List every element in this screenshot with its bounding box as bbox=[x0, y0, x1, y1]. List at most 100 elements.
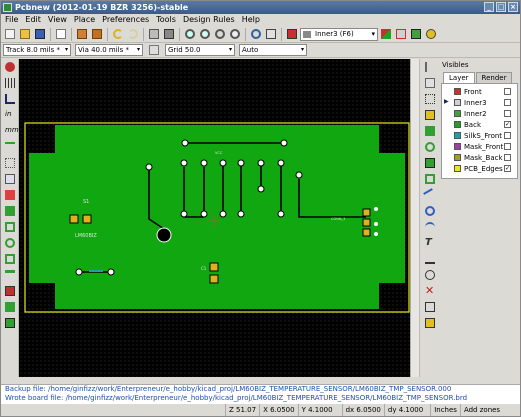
layer-row[interactable]: Mask_Front bbox=[442, 141, 517, 152]
active-layer-select[interactable]: Inner3 (F6) ▾ bbox=[300, 27, 378, 41]
layer-color-swatch[interactable] bbox=[454, 165, 461, 172]
layer-row[interactable]: Mask_Back bbox=[442, 152, 517, 163]
add-text-icon[interactable]: T bbox=[423, 236, 437, 250]
layer-color-swatch[interactable] bbox=[454, 88, 461, 95]
high-contrast-icon[interactable] bbox=[3, 284, 17, 298]
maximize-icon[interactable]: □ bbox=[496, 2, 506, 12]
zoom-fit-icon[interactable] bbox=[228, 27, 242, 41]
layer-color-swatch[interactable] bbox=[454, 143, 461, 150]
layers-manager-icon[interactable] bbox=[3, 300, 17, 314]
pcb-canvas[interactable]: S1 LM60BIZ C1 VCC CONN_3 bbox=[19, 59, 419, 377]
tracks-sketch-icon[interactable] bbox=[3, 268, 17, 282]
add-tracks-icon[interactable] bbox=[423, 124, 437, 138]
polar-coords-icon[interactable] bbox=[3, 92, 17, 106]
local-ratsnest-icon[interactable] bbox=[423, 92, 437, 106]
track-width-select[interactable]: Track 8.0 mils * ▾ bbox=[3, 44, 71, 56]
vias-sketch-icon[interactable] bbox=[3, 252, 17, 266]
menu-design-rules[interactable]: Design Rules bbox=[183, 14, 235, 26]
add-module-icon[interactable] bbox=[423, 108, 437, 122]
save-icon[interactable] bbox=[33, 27, 47, 41]
layer-pair-icon[interactable] bbox=[379, 27, 393, 41]
module-editor-icon[interactable] bbox=[75, 27, 89, 41]
layer-visibility-checkbox[interactable] bbox=[504, 154, 511, 161]
canvas-vertical-scrollbar[interactable] bbox=[410, 59, 419, 377]
add-dimension-icon[interactable] bbox=[423, 252, 437, 266]
add-circle-icon[interactable] bbox=[423, 204, 437, 218]
add-arc-icon[interactable] bbox=[423, 220, 437, 234]
tab-render[interactable]: Render bbox=[475, 72, 513, 83]
menu-file[interactable]: File bbox=[5, 14, 18, 26]
add-zone-icon[interactable] bbox=[423, 156, 437, 170]
units-inch-icon[interactable]: in bbox=[3, 108, 17, 122]
layer-row[interactable]: PCB_Edges ✓ bbox=[442, 163, 517, 174]
drc-marker-icon[interactable] bbox=[3, 60, 17, 74]
delete-icon[interactable]: ✕ bbox=[423, 284, 437, 298]
zoom-select[interactable]: Auto ▾ bbox=[239, 44, 307, 56]
new-board-icon[interactable] bbox=[3, 27, 17, 41]
layer-row[interactable]: ▶ Inner3 bbox=[442, 97, 517, 108]
zone-fill-icon[interactable] bbox=[3, 204, 17, 218]
print-icon[interactable] bbox=[147, 27, 161, 41]
menu-help[interactable]: Help bbox=[242, 14, 260, 26]
select-arrow-icon[interactable] bbox=[423, 60, 437, 74]
cursor-shape-icon[interactable] bbox=[3, 140, 17, 154]
minimize-icon[interactable]: _ bbox=[484, 2, 494, 12]
menu-view[interactable]: View bbox=[48, 14, 67, 26]
ratsnest-icon[interactable] bbox=[3, 156, 17, 170]
menu-place[interactable]: Place bbox=[74, 14, 95, 26]
grid-toggle-icon[interactable] bbox=[3, 76, 17, 90]
layer-visibility-checkbox[interactable] bbox=[504, 143, 511, 150]
netlist-icon[interactable] bbox=[264, 27, 278, 41]
units-mm-icon[interactable]: mm bbox=[3, 124, 19, 138]
highlight-net-icon[interactable] bbox=[423, 76, 437, 90]
delete-tracks-icon[interactable] bbox=[3, 188, 17, 202]
add-target-icon[interactable] bbox=[423, 268, 437, 282]
close-icon[interactable]: × bbox=[508, 2, 518, 12]
grid-origin-icon[interactable] bbox=[423, 316, 437, 330]
zoom-redraw-icon[interactable] bbox=[213, 27, 227, 41]
menu-preferences[interactable]: Preferences bbox=[102, 14, 149, 26]
add-keepout-icon[interactable] bbox=[423, 172, 437, 186]
via-size-select[interactable]: Via 40.0 mils * ▾ bbox=[75, 44, 143, 56]
layer-color-swatch[interactable] bbox=[454, 121, 461, 128]
add-line-icon[interactable] bbox=[423, 188, 437, 202]
layer-visibility-checkbox[interactable]: ✓ bbox=[504, 165, 511, 172]
auto-track-width-icon[interactable] bbox=[147, 43, 161, 57]
layer-row[interactable]: Front bbox=[442, 86, 517, 97]
undo-icon[interactable] bbox=[111, 27, 125, 41]
layer-visibility-checkbox[interactable] bbox=[504, 88, 511, 95]
page-settings-icon[interactable] bbox=[54, 27, 68, 41]
layer-row[interactable]: Back ✓ bbox=[442, 119, 517, 130]
plot-icon[interactable] bbox=[162, 27, 176, 41]
set-offset-icon[interactable] bbox=[423, 300, 437, 314]
autoroute-icon[interactable] bbox=[409, 27, 423, 41]
layer-color-swatch[interactable] bbox=[454, 154, 461, 161]
redo-icon[interactable] bbox=[126, 27, 140, 41]
layer-visibility-checkbox[interactable] bbox=[504, 110, 511, 117]
grid-select[interactable]: Grid 50.0 ▾ bbox=[165, 44, 235, 56]
layer-color-swatch[interactable] bbox=[454, 99, 461, 106]
microwave-toolbar-icon[interactable] bbox=[3, 316, 17, 330]
title-bar[interactable]: Pcbnew (2012-01-19 BZR 3256)-stable _ □ … bbox=[1, 1, 520, 14]
zoom-in-icon[interactable] bbox=[183, 27, 197, 41]
layer-visibility-checkbox[interactable]: ✓ bbox=[504, 121, 511, 128]
module-editor-open-icon[interactable] bbox=[90, 27, 104, 41]
menu-edit[interactable]: Edit bbox=[25, 14, 41, 26]
layer-visibility-checkbox[interactable] bbox=[504, 132, 511, 139]
python-icon[interactable] bbox=[424, 27, 438, 41]
zone-outline-icon[interactable] bbox=[3, 220, 17, 234]
open-icon[interactable] bbox=[18, 27, 32, 41]
drc-icon[interactable] bbox=[394, 27, 408, 41]
layer-visibility-checkbox[interactable] bbox=[504, 99, 511, 106]
menu-tools[interactable]: Tools bbox=[156, 14, 176, 26]
layer-row[interactable]: SilkS_Front bbox=[442, 130, 517, 141]
zoom-out-icon[interactable] bbox=[198, 27, 212, 41]
module-ratsnest-icon[interactable] bbox=[3, 172, 17, 186]
layer-color-swatch[interactable] bbox=[454, 132, 461, 139]
tab-layer[interactable]: Layer bbox=[443, 72, 475, 83]
layer-color-swatch[interactable] bbox=[454, 110, 461, 117]
pads-sketch-icon[interactable] bbox=[3, 236, 17, 250]
layer-row[interactable]: Inner2 bbox=[442, 108, 517, 119]
add-via-icon[interactable] bbox=[423, 140, 437, 154]
find-icon[interactable] bbox=[249, 27, 263, 41]
